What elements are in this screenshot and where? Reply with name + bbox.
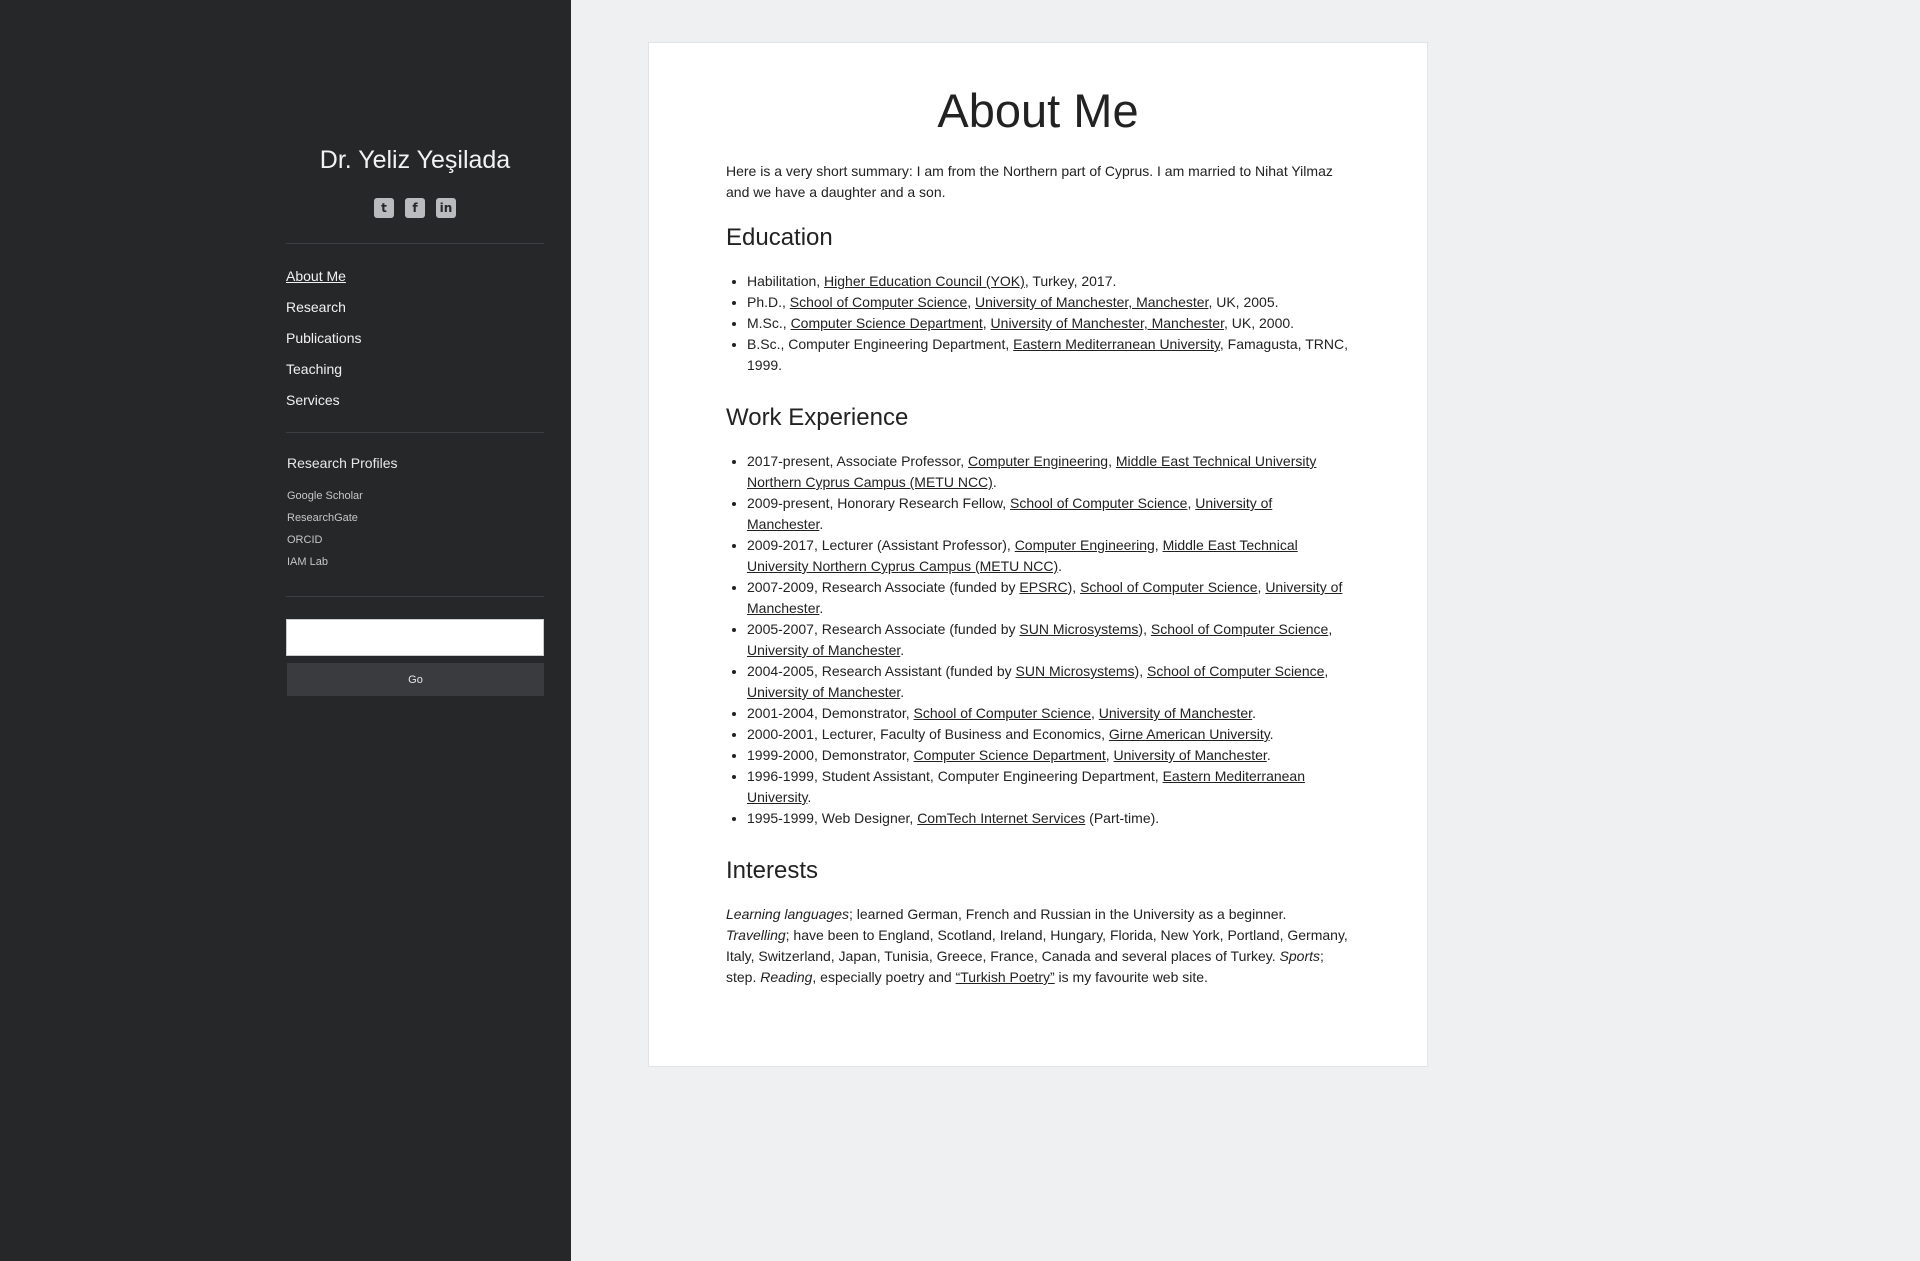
search-input[interactable] xyxy=(286,619,544,656)
twitter-icon[interactable]: t xyxy=(374,198,394,218)
inline-link[interactable]: SUN Microsystems xyxy=(1019,621,1138,637)
profile-item: ORCID xyxy=(287,530,363,552)
emphasis-text: Travelling xyxy=(726,927,786,943)
inline-link[interactable]: University of Manchester, Manchester xyxy=(975,294,1208,310)
inline-link[interactable]: Computer Engineering xyxy=(1015,537,1155,553)
list-item: 2004-2005, Research Assistant (funded by… xyxy=(747,661,1350,703)
list-item: Ph.D., School of Computer Science, Unive… xyxy=(747,292,1350,313)
list-item: 2009-present, Honorary Research Fellow, … xyxy=(747,493,1350,535)
divider xyxy=(286,432,544,433)
emphasis-text: Learning languages xyxy=(726,906,849,922)
education-heading: Education xyxy=(726,224,833,251)
list-item: B.Sc., Computer Engineering Department, … xyxy=(747,334,1350,376)
list-item: 1999-2000, Demonstrator, Computer Scienc… xyxy=(747,745,1350,766)
list-item: 1995-1999, Web Designer, ComTech Interne… xyxy=(747,808,1350,829)
work-experience-heading: Work Experience xyxy=(726,404,909,431)
inline-link[interactable]: School of Computer Science xyxy=(914,705,1091,721)
nav-item-publications: Publications xyxy=(286,326,362,357)
inline-link[interactable]: Eastern Mediterranean University xyxy=(747,768,1305,805)
nav-link-teaching[interactable]: Teaching xyxy=(286,361,342,377)
nav-item-about-me: About Me xyxy=(286,264,362,295)
inline-link[interactable]: School of Computer Science xyxy=(790,294,967,310)
inline-link[interactable]: University of Manchester xyxy=(747,684,900,700)
nav-link-publications[interactable]: Publications xyxy=(286,330,362,346)
nav-link-research[interactable]: Research xyxy=(286,299,346,315)
inline-link[interactable]: University of Manchester, Manchester xyxy=(991,315,1224,331)
list-item: 1996-1999, Student Assistant, Computer E… xyxy=(747,766,1350,808)
profile-link-researchgate[interactable]: ResearchGate xyxy=(287,512,358,524)
list-item: Habilitation, Higher Education Council (… xyxy=(747,271,1350,292)
inline-link[interactable]: Girne American University xyxy=(1109,726,1270,742)
page-title: About Me xyxy=(937,84,1139,137)
inline-link[interactable]: Higher Education Council (YOK) xyxy=(824,273,1025,289)
sidebar: Dr. Yeliz Yeşilada t f in About Me Research… xyxy=(0,0,571,1261)
profile-link-orcid[interactable]: ORCID xyxy=(287,534,322,546)
inline-link[interactable]: School of Computer Science xyxy=(1151,621,1328,637)
sections: Education Habilitation, Higher Education … xyxy=(726,223,1350,829)
inline-link[interactable]: Computer Engineering xyxy=(968,453,1108,469)
divider xyxy=(286,596,544,597)
inline-link[interactable]: Eastern Mediterranean University xyxy=(1013,336,1220,352)
interests-paragraph: Learning languages; learned German, Fren… xyxy=(726,906,1348,985)
work-experience-list: 2017-present, Associate Professor, Compu… xyxy=(726,451,1350,829)
list-item: 2001-2004, Demonstrator, School of Compu… xyxy=(747,703,1350,724)
inline-link[interactable]: “Turkish Poetry” xyxy=(956,969,1055,985)
profile-item: IAM Lab xyxy=(287,552,363,574)
interests-heading: Interests xyxy=(726,857,819,884)
inline-link[interactable]: School of Computer Science xyxy=(1147,663,1324,679)
intro-paragraph: Here is a very short summary: I am from … xyxy=(726,163,1333,200)
nav-link-services[interactable]: Services xyxy=(286,392,340,408)
inline-link[interactable]: Computer Science Department xyxy=(791,315,983,331)
nav-item-services: Services xyxy=(286,388,362,419)
inline-link[interactable]: ComTech Internet Services xyxy=(917,810,1085,826)
education-list: Habilitation, Higher Education Council (… xyxy=(726,271,1350,376)
site-title[interactable]: Dr. Yeliz Yeşilada xyxy=(286,146,544,175)
search-go-button[interactable]: Go xyxy=(287,663,544,696)
inline-link[interactable]: SUN Microsystems xyxy=(1016,663,1135,679)
main-content: About Me Here is a very short summary: I… xyxy=(648,42,1428,1067)
inline-link[interactable]: EPSRC xyxy=(1019,579,1067,595)
inline-link[interactable]: School of Computer Science xyxy=(1010,495,1187,511)
list-item: 2017-present, Associate Professor, Compu… xyxy=(747,451,1350,493)
inline-link[interactable]: University of Manchester xyxy=(1114,747,1267,763)
inline-link[interactable]: University of Manchester xyxy=(1099,705,1252,721)
nav-link-about-me[interactable]: About Me xyxy=(286,268,346,284)
research-profiles-list: Google Scholar ResearchGate ORCID IAM Lab xyxy=(287,486,363,574)
main-nav: About Me Research Publications Teaching Serv… xyxy=(286,264,362,419)
nav-item-research: Research xyxy=(286,295,362,326)
list-item: 2005-2007, Research Associate (funded by… xyxy=(747,619,1350,661)
inline-link[interactable]: Computer Science Department xyxy=(914,747,1106,763)
profile-item: ResearchGate xyxy=(287,508,363,530)
list-item: M.Sc., Computer Science Department, Univ… xyxy=(747,313,1350,334)
social-links: t f in xyxy=(286,198,544,218)
list-item: 2007-2009, Research Associate (funded by… xyxy=(747,577,1350,619)
research-profiles-title: Research Profiles xyxy=(287,455,398,471)
divider xyxy=(286,243,544,244)
inline-link[interactable]: School of Computer Science xyxy=(1080,579,1257,595)
facebook-icon[interactable]: f xyxy=(405,198,425,218)
list-item: 2009-2017, Lecturer (Assistant Professor… xyxy=(747,535,1350,577)
emphasis-text: Reading xyxy=(760,969,813,985)
profile-link-iam-lab[interactable]: IAM Lab xyxy=(287,556,328,568)
nav-item-teaching: Teaching xyxy=(286,357,362,388)
list-item: 2000-2001, Lecturer, Faculty of Business… xyxy=(747,724,1350,745)
profile-item: Google Scholar xyxy=(287,486,363,508)
profile-link-google-scholar[interactable]: Google Scholar xyxy=(287,490,363,502)
linkedin-icon[interactable]: in xyxy=(436,198,456,218)
emphasis-text: Sports xyxy=(1279,948,1321,964)
inline-link[interactable]: University of Manchester xyxy=(747,642,900,658)
